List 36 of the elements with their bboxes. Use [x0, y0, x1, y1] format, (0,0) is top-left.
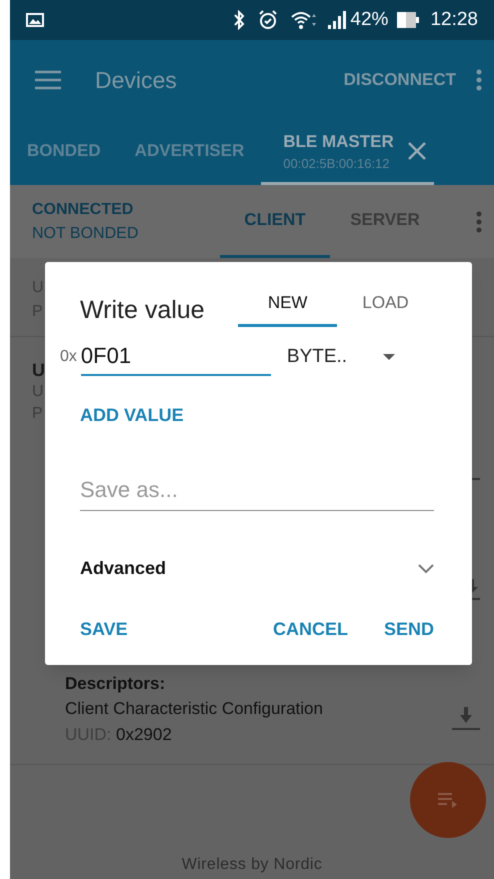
descriptors-heading: Descriptors:	[65, 673, 166, 695]
more-icon	[476, 210, 482, 232]
signal-icon	[326, 11, 346, 29]
image-icon	[26, 13, 44, 27]
expand-icon[interactable]	[418, 564, 434, 574]
battery-level: 42%	[350, 8, 388, 32]
descriptor-name: Client Characteristic Configuration	[65, 698, 324, 720]
hex-prefix: 0x	[60, 347, 77, 367]
close-icon	[408, 142, 426, 160]
bond-state: NOT BONDED	[32, 224, 140, 244]
dialog-title: Write value	[80, 295, 206, 326]
advanced-label: Advanced	[80, 557, 166, 580]
connection-state: CONNECTED	[32, 200, 134, 220]
disconnect-button[interactable]: DISCONNECT	[344, 67, 456, 93]
download-icon	[452, 705, 480, 731]
save-as-field[interactable]: Save as...	[80, 473, 434, 511]
clock: 12:28	[430, 8, 478, 32]
playlist-icon	[438, 792, 458, 808]
dialog-action-button[interactable]: SEND	[384, 616, 434, 643]
more-icon	[476, 69, 482, 91]
add-value-button[interactable]: ADD VALUE	[80, 402, 184, 429]
dialog-tab[interactable]: NEW	[238, 262, 338, 327]
format-dropdown[interactable]: BYTE..	[286, 342, 396, 372]
dialog-action-button[interactable]: CANCEL	[272, 616, 348, 643]
wifi-icon	[290, 10, 318, 30]
row-title: U	[32, 359, 45, 381]
footer-text: Wireless by Nordic	[182, 855, 322, 875]
battery-icon	[396, 11, 420, 29]
app-title: Devices	[95, 66, 177, 95]
menu-icon	[35, 70, 61, 90]
dialog-tab[interactable]: LOAD	[337, 262, 434, 327]
dropdown-icon	[383, 354, 396, 360]
bluetooth-icon	[232, 10, 246, 30]
dialog-action-button[interactable]: SAVE	[80, 616, 128, 643]
value-field[interactable]: 0F01	[80, 338, 271, 376]
alarm-icon	[258, 10, 278, 30]
